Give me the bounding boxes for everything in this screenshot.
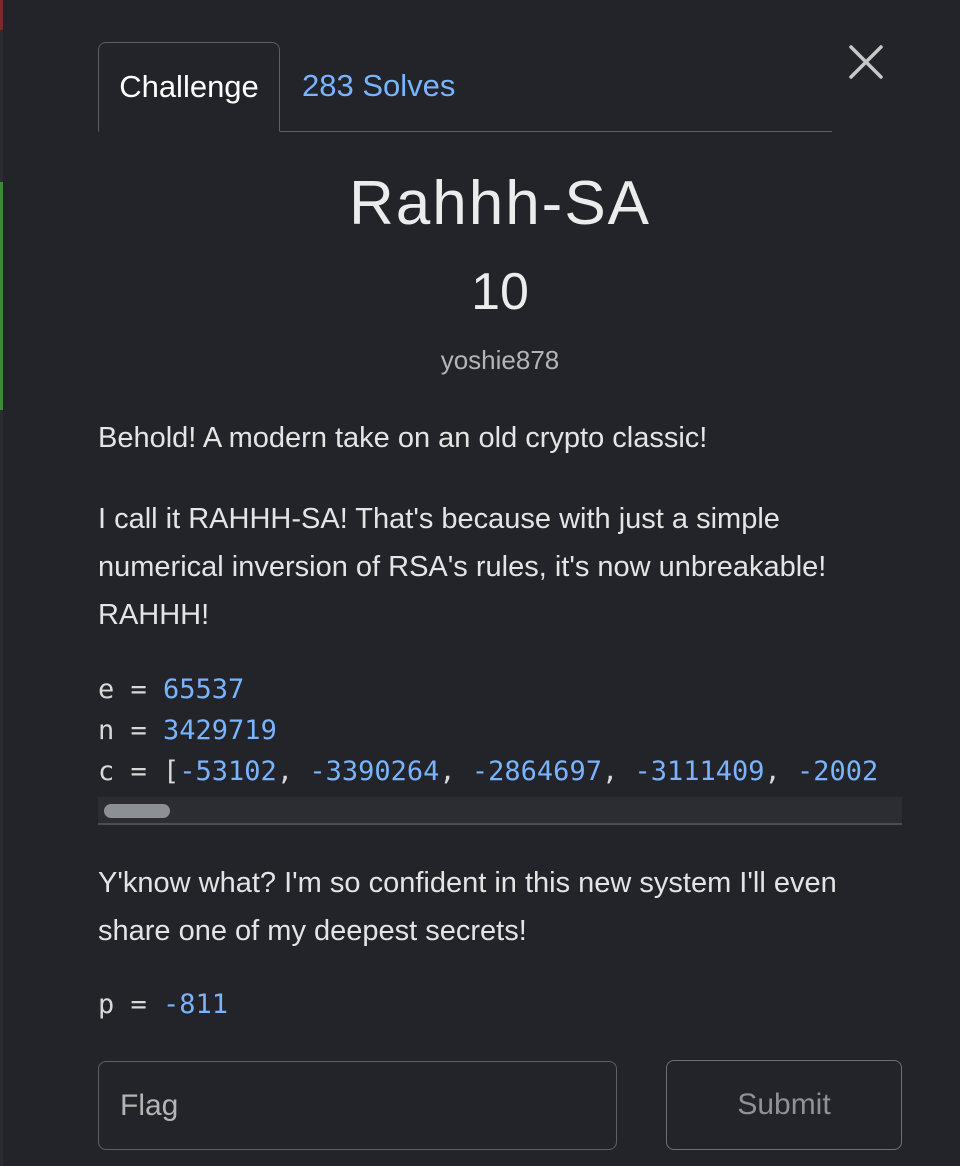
code-c-value: -2864697 xyxy=(471,756,602,787)
description-paragraph-1: Behold! A modern take on an old crypto c… xyxy=(98,422,708,454)
description-paragraph-3: Y'know what? I'm so confident in this ne… xyxy=(98,867,837,947)
tab-solves[interactable]: 283 Solves xyxy=(302,42,455,130)
code-c-value: -53102 xyxy=(179,756,277,787)
code-e-label: e = xyxy=(98,674,164,705)
code-block: e = 65537 n = 3429719 c = [-53102, -339026… xyxy=(98,669,902,795)
submit-button[interactable]: Submit xyxy=(666,1060,902,1150)
code-c-value: -3390264 xyxy=(309,756,440,787)
code-n-value: 3429719 xyxy=(163,715,277,746)
tab-challenge[interactable]: Challenge xyxy=(98,42,280,132)
code-p-label: p = xyxy=(98,989,164,1020)
code-line-e: e = 65537 xyxy=(98,669,902,710)
code-c-separator: , xyxy=(276,756,310,787)
challenge-title: Rahhh-SA xyxy=(348,169,652,238)
close-icon xyxy=(849,45,883,79)
challenge-author: yoshie878 xyxy=(440,345,560,375)
scrollbar-thumb[interactable] xyxy=(104,804,170,818)
challenge-modal: Challenge 283 Solves Rahhh-SA 10 yoshie8… xyxy=(0,0,960,1166)
code-c-value: -2002 xyxy=(797,756,879,787)
code-n-label: n = xyxy=(98,715,164,746)
code-horizontal-scrollbar[interactable] xyxy=(98,797,902,825)
code-c-label: c = [ xyxy=(98,756,180,787)
code-line-c: c = [-53102, -3390264, -2864697, -311140… xyxy=(98,751,902,792)
code-line-p: p = -811 xyxy=(98,984,228,1025)
code-c-separator: , xyxy=(764,756,798,787)
code-e-value: 65537 xyxy=(163,674,245,705)
code-c-separator: , xyxy=(601,756,635,787)
code-c-separator: , xyxy=(439,756,472,787)
code-c-value: -3111409 xyxy=(634,756,765,787)
challenge-points: 10 xyxy=(471,263,529,321)
flag-input[interactable] xyxy=(98,1061,617,1150)
code-p-value: -811 xyxy=(163,989,229,1020)
close-button[interactable] xyxy=(848,44,884,80)
tab-bar: Challenge 283 Solves xyxy=(98,42,832,132)
code-line-n: n = 3429719 xyxy=(98,710,902,751)
description-paragraph-2: I call it RAHHH-SA! That's because with … xyxy=(98,503,827,631)
